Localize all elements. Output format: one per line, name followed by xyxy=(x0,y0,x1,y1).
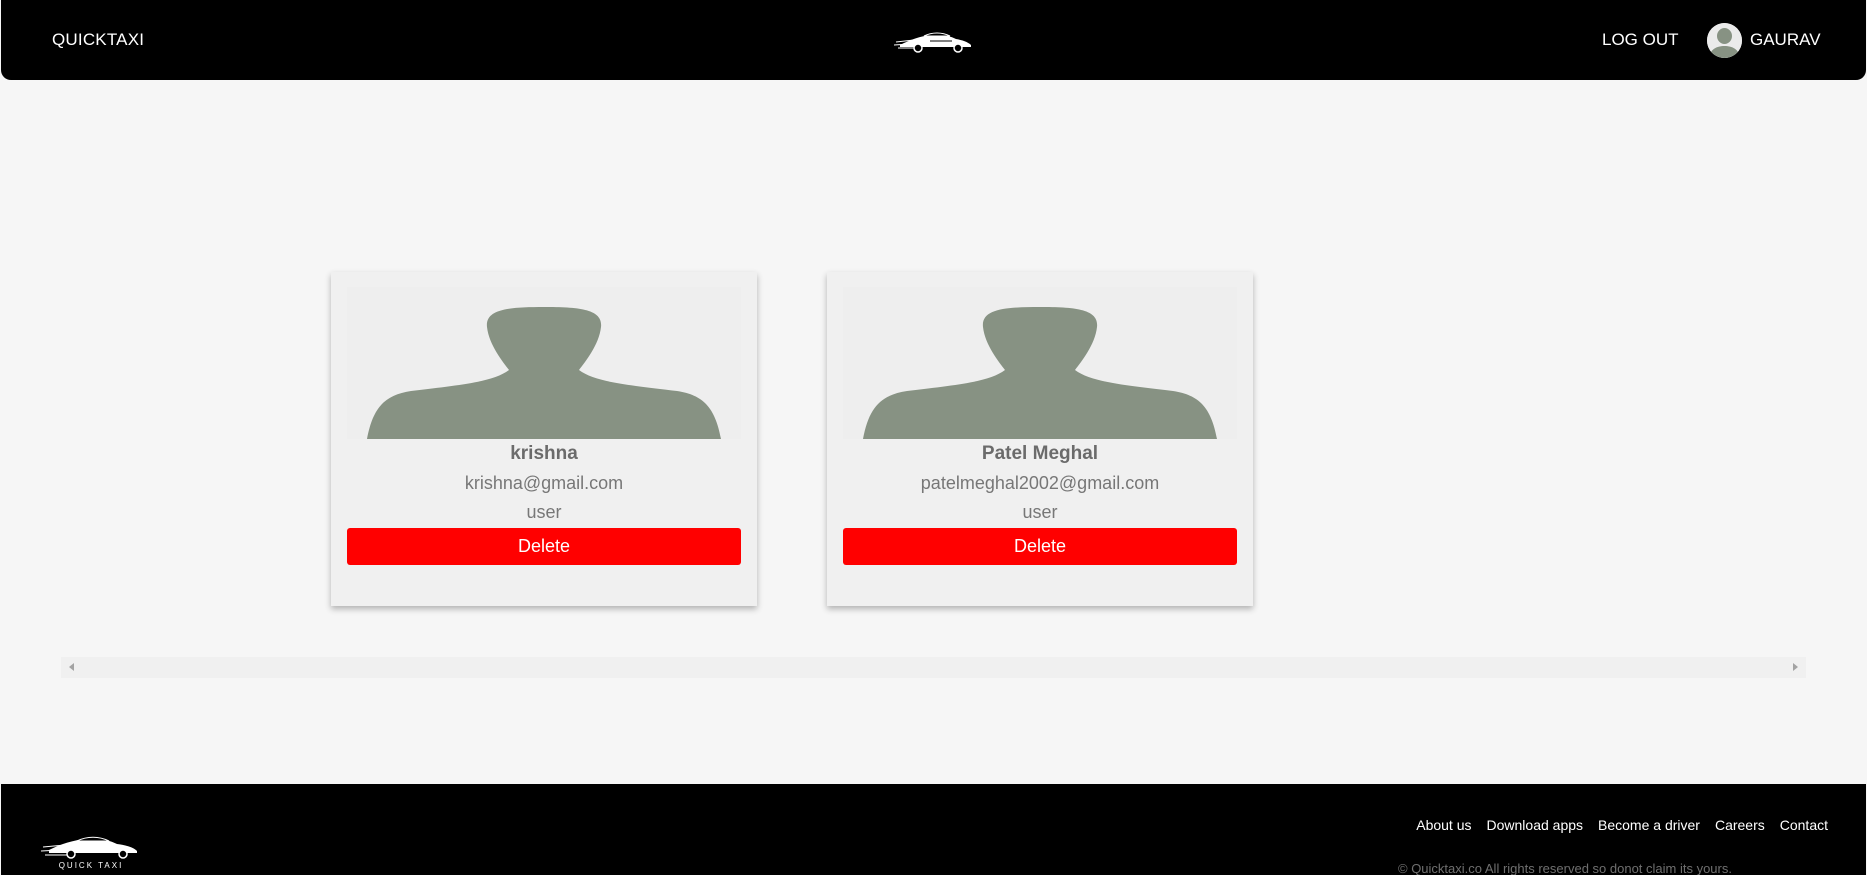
user-name: Patel Meghal xyxy=(981,443,1099,464)
footer-link-download-apps[interactable]: Download apps xyxy=(1487,817,1584,833)
user-silhouette-icon xyxy=(347,287,741,439)
page: QUICKTAXI LOG OUT GAURAV krishna krishna… xyxy=(0,0,1867,875)
user-role: user xyxy=(1022,502,1058,522)
footer-link-careers[interactable]: Careers xyxy=(1715,817,1765,833)
user-role: user xyxy=(526,502,562,522)
quick-taxi-logo-icon: QUICK TAXI xyxy=(39,830,143,870)
footer-link-contact[interactable]: Contact xyxy=(1780,817,1828,833)
user-card: Patel Meghal patelmeghal2002@gmail.com u… xyxy=(827,272,1253,606)
taxi-car-logo-icon xyxy=(893,26,974,56)
footer: QUICK TAXI About us Download apps Become… xyxy=(1,784,1866,875)
footer-logo-text: QUICK TAXI xyxy=(59,861,124,870)
user-silhouette-icon xyxy=(843,287,1237,439)
delete-user-button[interactable]: Delete xyxy=(843,528,1237,565)
horizontal-scrollbar[interactable] xyxy=(61,657,1806,678)
logout-button[interactable]: LOG OUT xyxy=(1602,30,1679,50)
scroll-right-arrow-icon[interactable] xyxy=(1793,663,1798,671)
footer-link-about[interactable]: About us xyxy=(1416,817,1471,833)
footer-links: About us Download apps Become a driver C… xyxy=(1416,817,1828,833)
user-name: krishna xyxy=(510,443,578,464)
user-card: krishna krishna@gmail.com user Delete xyxy=(331,272,757,606)
user-avatar-icon[interactable] xyxy=(1707,23,1742,58)
top-navbar: QUICKTAXI LOG OUT GAURAV xyxy=(1,0,1866,80)
brand-link[interactable]: QUICKTAXI xyxy=(52,30,144,50)
copyright-text: © Quicktaxi.co All rights reserved so do… xyxy=(1398,861,1732,875)
delete-user-button[interactable]: Delete xyxy=(347,528,741,565)
scroll-left-arrow-icon[interactable] xyxy=(69,663,74,671)
username-label[interactable]: GAURAV xyxy=(1750,30,1821,50)
footer-link-become-driver[interactable]: Become a driver xyxy=(1598,817,1700,833)
user-email: krishna@gmail.com xyxy=(464,473,624,493)
user-email: patelmeghal2002@gmail.com xyxy=(920,473,1160,493)
